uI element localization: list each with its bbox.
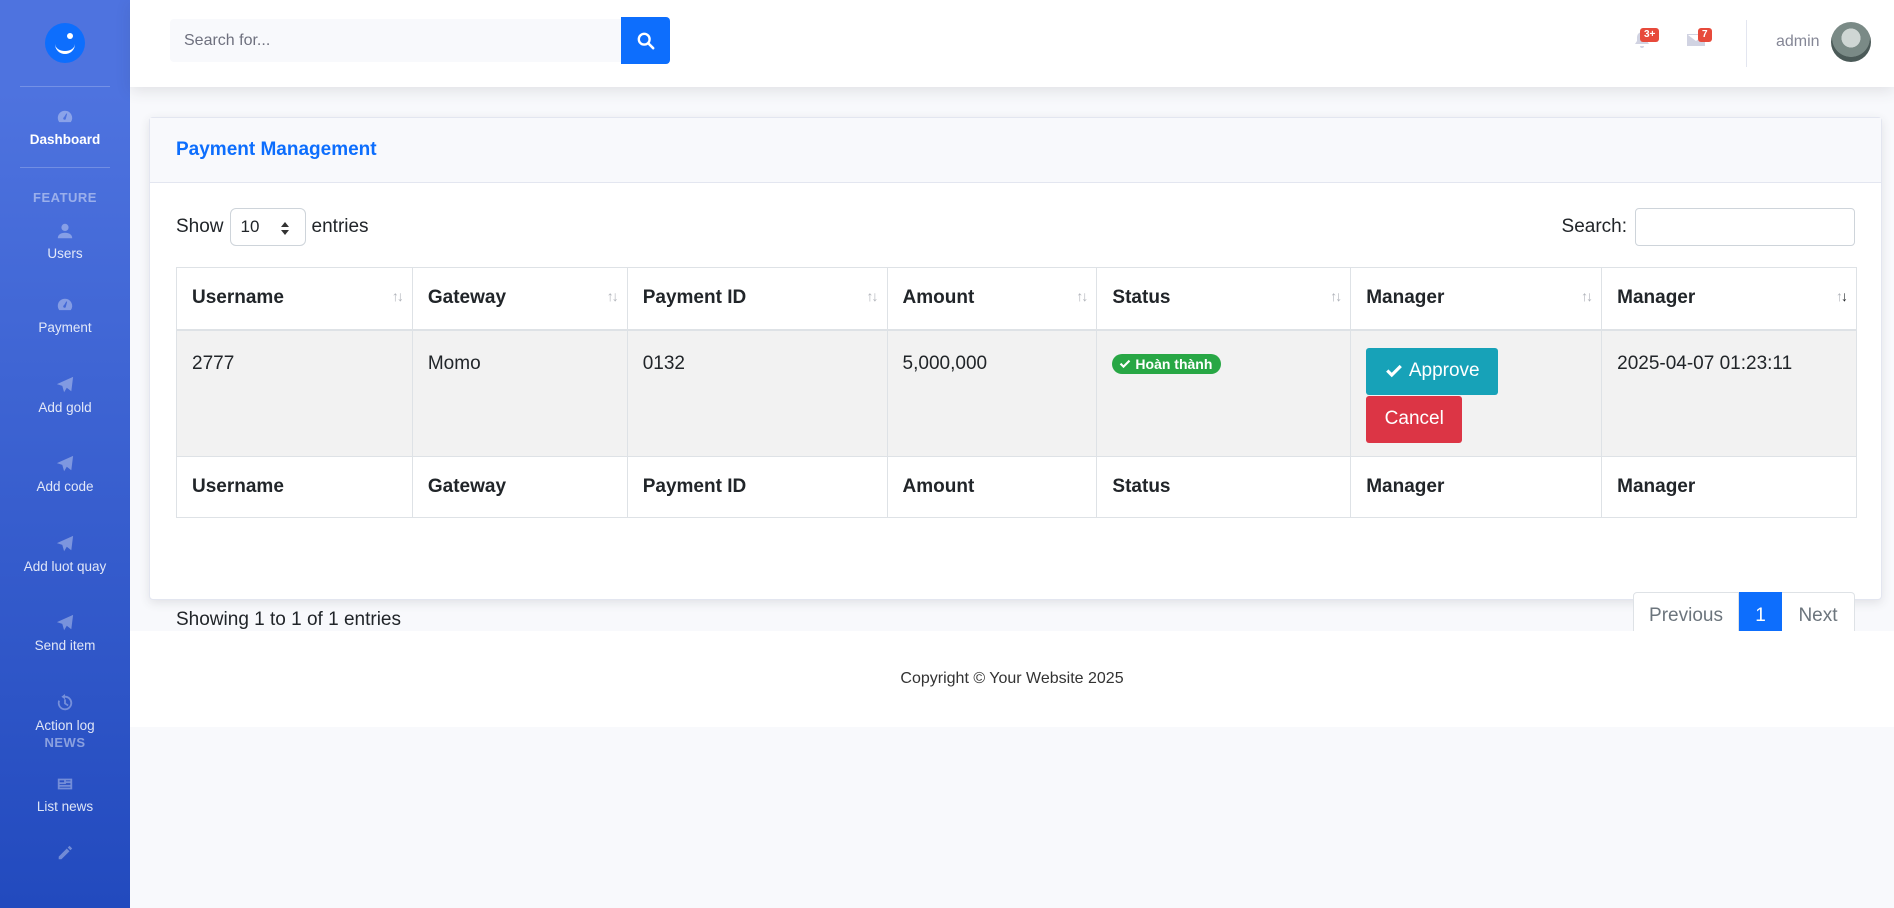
sidebar-heading-feature: FEATURE: [33, 190, 97, 205]
topbar: 3+ 7 admin: [130, 0, 1894, 87]
sidebar-item-list-news[interactable]: List news: [0, 754, 130, 834]
paper-plane-icon: [55, 455, 75, 473]
sort-icon: ↑↓: [866, 288, 879, 304]
footer-username: Username: [176, 456, 413, 518]
sidebar-divider: [20, 167, 110, 168]
footer-manager: Manager: [1350, 456, 1603, 518]
page-title: Payment Management: [176, 139, 377, 160]
tachometer-icon: [55, 296, 75, 314]
cell-status: Hoàn thành: [1096, 329, 1352, 457]
sidebar-item-add-luot-quay[interactable]: Add luot quay: [0, 514, 130, 594]
alerts-badge: 3+: [1640, 28, 1660, 42]
entries-select[interactable]: 10: [229, 208, 306, 246]
column-header-manager[interactable]: Manager ↑↓: [1350, 267, 1603, 331]
status-badge: Hoàn thành: [1112, 353, 1222, 374]
paper-plane-icon: [55, 535, 75, 553]
show-label: Show: [176, 216, 224, 237]
table-footer-row: Username Gateway Payment ID Amount Statu…: [176, 456, 1857, 518]
tachometer-icon: [55, 108, 75, 126]
footer-status: Status: [1096, 456, 1352, 518]
card-header: Payment Management: [150, 118, 1881, 183]
user-icon: [55, 222, 75, 240]
sidebar-item-label: Add code: [36, 479, 94, 494]
sidebar-item-label: List news: [36, 798, 94, 814]
cell-gateway: Momo: [411, 329, 628, 457]
sort-icon: ↑↓: [606, 288, 619, 304]
column-header-amount[interactable]: Amount ↑↓: [886, 267, 1098, 331]
topbar-divider: [1746, 20, 1747, 67]
search-icon: [637, 32, 654, 49]
column-header-manager-date[interactable]: Manager ↑↓: [1601, 267, 1857, 331]
sort-icon-active: ↑↓: [1836, 288, 1848, 304]
table-search-input[interactable]: [1635, 208, 1855, 246]
footer: Copyright © Your Website 2025: [130, 631, 1894, 727]
footer-payment-id: Payment ID: [626, 456, 888, 518]
sort-icon: ↑↓: [1076, 288, 1088, 304]
search-input[interactable]: [170, 19, 621, 62]
entries-value: 10: [240, 217, 260, 236]
approve-button[interactable]: Approve: [1366, 347, 1499, 395]
pencil-icon: [55, 844, 75, 862]
paper-plane-icon: [55, 376, 75, 394]
sidebar-item-label: Users: [47, 245, 83, 261]
footer-manager-date: Manager: [1601, 456, 1857, 518]
column-header-gateway[interactable]: Gateway ↑↓: [411, 267, 628, 331]
sidebar-item-users[interactable]: Users: [0, 207, 130, 275]
sidebar-item-dashboard[interactable]: Dashboard: [0, 87, 130, 167]
column-header-status[interactable]: Status ↑↓: [1096, 267, 1352, 331]
cell-manager-actions: Approve Cancel: [1350, 329, 1603, 457]
cell-date: 2025-04-07 01:23:11: [1601, 329, 1857, 457]
entries-label: entries: [311, 216, 369, 237]
sidebar-heading-news: NEWS: [44, 735, 86, 750]
sidebar-item-label: Payment: [38, 319, 92, 335]
smile-logo-icon: [45, 23, 85, 63]
copyright-text: Copyright © Your Website 2025: [900, 670, 1124, 687]
cell-payment-id: 0132: [626, 329, 888, 457]
sidebar-item-label: Action log: [35, 717, 95, 733]
search-label: Search:: [1561, 216, 1627, 237]
sidebar-item-label: Add gold: [38, 399, 92, 415]
brand[interactable]: [0, 0, 130, 86]
sidebar-item-label: Dashboard: [29, 131, 101, 147]
topbar-search: [170, 17, 670, 64]
column-header-payment-id[interactable]: Payment ID ↑↓: [626, 267, 888, 331]
cancel-button[interactable]: Cancel: [1366, 395, 1463, 443]
sidebar-item-payment[interactable]: Payment: [0, 275, 130, 355]
cell-username: 2777: [176, 329, 413, 457]
check-icon: [1385, 364, 1402, 378]
payment-card: Payment Management Show 10 entries Searc…: [149, 117, 1882, 639]
messages-badge: 7: [1698, 28, 1712, 42]
messages-button[interactable]: 7: [1686, 28, 1712, 52]
search-button[interactable]: [621, 17, 670, 64]
column-header-username[interactable]: Username ↑↓: [176, 267, 413, 331]
newspaper-icon: [55, 775, 75, 793]
avatar[interactable]: [1831, 22, 1871, 62]
payments-table: Username ↑↓ Gateway ↑↓ Payment ID ↑↓ Amount…: [176, 267, 1857, 518]
sidebar-item-add-code[interactable]: Add code: [0, 435, 130, 514]
sidebar: Dashboard FEATURE Users Payment Add gold…: [0, 0, 130, 908]
sidebar-item-label: Add luot quay: [23, 558, 107, 574]
sidebar-item-label: Send item: [34, 638, 96, 653]
sort-icon: ↑↓: [1581, 288, 1593, 304]
table-info: Showing 1 to 1 of 1 entries: [176, 609, 401, 630]
entries-length: Show 10 entries: [176, 208, 369, 246]
footer-amount: Amount: [886, 456, 1098, 518]
footer-gateway: Gateway: [411, 456, 628, 518]
sort-icon: ↑↓: [391, 288, 404, 304]
table-filter: Search:: [1562, 208, 1855, 246]
sidebar-item-edit[interactable]: [0, 834, 130, 874]
table-row: 2777 Momo 0132 5,000,000 Hoàn thành Appr: [176, 329, 1857, 457]
history-icon: [55, 693, 75, 712]
paper-plane-icon: [55, 614, 75, 632]
cell-amount: 5,000,000: [886, 329, 1098, 457]
sort-icon: ↑↓: [1330, 288, 1342, 304]
sidebar-item-add-gold[interactable]: Add gold: [0, 355, 130, 435]
check-icon: [1120, 359, 1131, 368]
user-name[interactable]: admin: [1776, 33, 1820, 51]
sidebar-item-send-item[interactable]: Send item: [0, 594, 130, 673]
table-header-row: Username ↑↓ Gateway ↑↓ Payment ID ↑↓ Amount…: [176, 267, 1857, 331]
alerts-button[interactable]: 3+: [1632, 28, 1660, 52]
